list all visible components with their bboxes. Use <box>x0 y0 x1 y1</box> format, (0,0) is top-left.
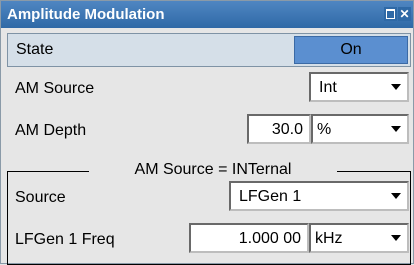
chevron-down-icon[interactable] <box>385 225 407 251</box>
maximize-icon[interactable] <box>384 7 397 21</box>
chevron-down-icon[interactable] <box>385 183 407 209</box>
lfgen-freq-input[interactable]: 1.000 00 <box>189 223 309 253</box>
state-toggle-button[interactable]: On <box>294 36 408 64</box>
state-row: State On <box>7 33 411 67</box>
am-depth-unit-select[interactable]: % <box>311 114 409 144</box>
window-buttons: ✕ <box>384 7 411 21</box>
chevron-down-icon[interactable] <box>385 74 407 100</box>
am-source-row: AM Source Int <box>7 72 411 106</box>
am-depth-unit: % <box>317 121 332 138</box>
lfgen-freq-unit-select[interactable]: kHz <box>309 223 409 253</box>
am-depth-label: AM Depth <box>15 122 87 139</box>
chevron-down-icon[interactable] <box>385 116 407 142</box>
am-source-label: AM Source <box>15 80 95 97</box>
am-depth-input[interactable]: 30.0 <box>247 114 311 144</box>
am-depth-value: 30.0 <box>271 121 303 138</box>
source-value: LFGen 1 <box>239 188 302 205</box>
source-select[interactable]: LFGen 1 <box>229 181 409 211</box>
source-row: Source LFGen 1 <box>7 181 411 215</box>
state-label: State <box>16 41 54 58</box>
lfgen-freq-label: LFGen 1 Freq <box>15 231 115 248</box>
am-depth-row: AM Depth 30.0 % <box>7 114 411 148</box>
source-label: Source <box>15 189 66 206</box>
amplitude-modulation-dialog: Amplitude Modulation ✕ State On AM Sourc… <box>0 0 414 265</box>
lfgen-freq-row: LFGen 1 Freq 1.000 00 kHz <box>7 223 411 257</box>
window-title: Amplitude Modulation <box>7 6 165 23</box>
am-source-value: Int <box>319 79 337 96</box>
lfgen-freq-unit: kHz <box>315 230 343 247</box>
lfgen-freq-value: 1.000 00 <box>238 230 301 247</box>
title-bar: Amplitude Modulation ✕ <box>1 1 413 28</box>
close-icon[interactable]: ✕ <box>398 7 411 21</box>
am-source-select[interactable]: Int <box>309 72 409 102</box>
